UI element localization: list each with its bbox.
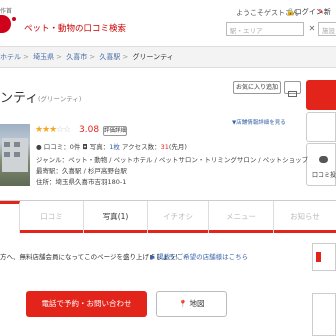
card-icon [288, 91, 297, 97]
breadcrumb: ホテル > 埼玉県 > 久喜市 > 久喜駅 > グリーンティ [0, 52, 174, 62]
tab-reviews[interactable]: 口コミ [20, 201, 84, 233]
tab-menu[interactable]: メニュー [209, 201, 274, 233]
map-button[interactable]: 📍 地図 [156, 291, 227, 317]
call-reserve-button[interactable]: 電話で予約・お問い合わせ [26, 291, 147, 317]
signup-link[interactable]: ✎新 [318, 7, 336, 17]
star-empty-icon: ☆☆ [56, 125, 71, 135]
address-value: 埼玉県久喜市吉羽180-1 [55, 178, 127, 186]
logo-dot [12, 17, 16, 21]
rating-detail-button[interactable]: 評価詳細 [103, 126, 127, 136]
access-label: アクセス数： [121, 143, 161, 151]
keyword-search-input[interactable]: 施設・店名・ペ [318, 22, 336, 36]
tab-top[interactable] [0, 201, 20, 233]
tab-photos[interactable]: 写真(1) [84, 201, 148, 233]
comment-bullet-icon: ● [36, 143, 42, 151]
add-favorite-button[interactable]: お気に入り追加 [233, 81, 281, 94]
detail-link[interactable]: ▼店舗情報詳細を見る [232, 118, 286, 126]
breadcrumb-item[interactable]: 久喜市 [66, 53, 87, 61]
station-search-input[interactable]: 駅・エリア [226, 22, 304, 36]
breadcrumb-item[interactable]: ホテル [0, 53, 21, 61]
page-title: ンティ [0, 91, 39, 106]
tab-recommend[interactable]: イチオシ [148, 201, 209, 233]
chevron-right-icon: > [122, 53, 129, 61]
rating-score: 3.08 [79, 125, 100, 135]
owner-signup-link[interactable]: ▶ 掲載をご希望の店舗様はこちら [150, 251, 248, 261]
photo-window [14, 142, 20, 147]
photos-count[interactable]: 1枚 [109, 143, 120, 151]
rating-stars: ★★★☆☆ [35, 125, 70, 135]
shop-photo[interactable] [0, 124, 30, 186]
tab-news[interactable]: お知らせ [274, 201, 336, 233]
station-label: 最寄駅： [36, 167, 62, 175]
breadcrumb-current: グリーンティ [132, 53, 174, 61]
stats-line: ● 口コミ：0件 ◘ 写真：1枚 アクセス数：31(先月) [36, 141, 187, 151]
comment-icon [319, 156, 328, 163]
review-post-label: 口コミ投 [312, 172, 336, 179]
map-label: 地図 [189, 299, 205, 308]
side-panel-marker [316, 252, 321, 262]
chevron-right-icon: > [56, 53, 62, 61]
tab-photos-count: (1) [117, 212, 129, 221]
access-unit: (先月) [168, 143, 187, 151]
camera-icon: ◘ [82, 143, 88, 151]
station-list: 久喜駅 / 杉戸高野台駅 [62, 167, 127, 175]
share-button[interactable] [284, 81, 301, 97]
photo-window [4, 152, 10, 157]
chevron-right-icon: > [23, 53, 29, 61]
review-post-button[interactable] [306, 143, 336, 186]
address-line: 住所：埼玉県久喜市吉羽180-1 [36, 176, 126, 186]
access-count: 31 [160, 143, 169, 151]
breadcrumb-item[interactable]: 埼玉県 [33, 53, 54, 61]
signup-label: 新 [323, 8, 331, 16]
lock-icon: 🔒 [286, 8, 295, 16]
logo-tagline: 作首 [0, 8, 13, 15]
star-filled-icon: ★★★ [35, 125, 57, 135]
site-title[interactable]: ペット・動物の口コミ検索 [24, 22, 126, 34]
chevron-right-icon: > [89, 53, 96, 61]
genre-line: ジャンル：ペット・動物 / ペットホテル / ペットサロン・トリミングサロン /… [36, 154, 308, 164]
tab-photos-label: 写真 [102, 212, 118, 221]
address-label: 住所： [36, 178, 56, 186]
photos-label: 写真： [89, 143, 110, 151]
genre-list: ペット・動物 / ペットホテル / ペットサロン・トリミングサロン / ペットシ… [68, 156, 309, 164]
photo-window [4, 142, 10, 147]
reviews-count: 0件 [69, 143, 81, 151]
map-pin-icon: 📍 [178, 300, 188, 308]
side-action-red[interactable] [306, 80, 336, 110]
station-line: 最寄駅：久喜駅 / 杉戸高野台駅 [36, 165, 127, 175]
reviews-label: 口コミ： [43, 143, 70, 151]
page-title-kana: (グリーンティ) [38, 95, 82, 103]
photo-window [14, 152, 20, 157]
side-action[interactable] [306, 112, 336, 142]
side-panel-bottom [312, 293, 336, 336]
breadcrumb-item[interactable]: 久喜駅 [99, 53, 120, 61]
genre-label: ジャンル： [36, 156, 69, 164]
clear-icon[interactable]: ✕ [306, 22, 318, 36]
